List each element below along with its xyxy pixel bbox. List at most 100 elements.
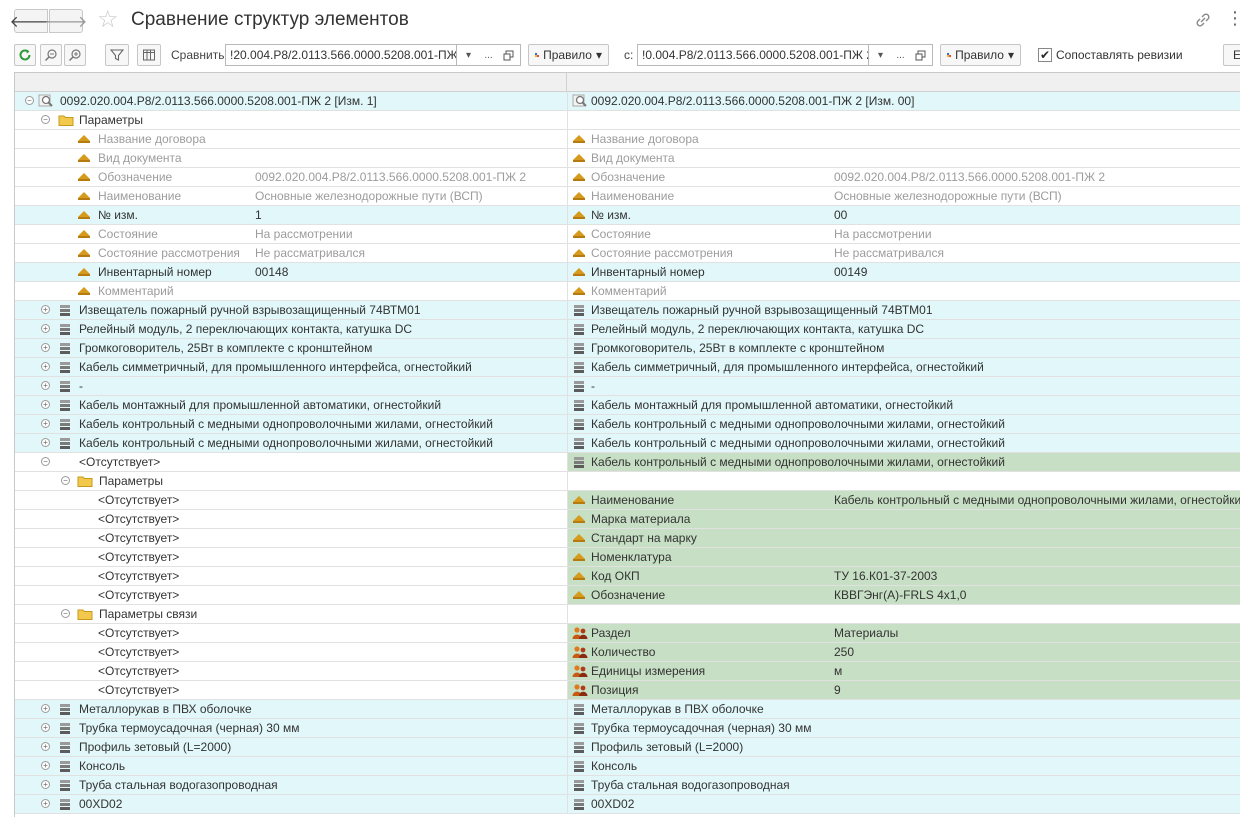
collapse-toggle-icon[interactable]: − bbox=[25, 96, 34, 105]
collapse-toggle-icon[interactable]: − bbox=[61, 476, 70, 485]
left-cell[interactable]: Наименование Основные железнодорожные пут… bbox=[15, 187, 567, 205]
table-row[interactable]: + Металлорукав в ПВХ оболочке Металлорукав… bbox=[15, 700, 1240, 719]
left-cell[interactable]: − 0092.020.004.P8/2.0113.566.0000.5208.00… bbox=[15, 92, 567, 110]
left-cell[interactable]: + Извещатель пожарный ручной взрывозащище… bbox=[15, 301, 567, 319]
right-cell[interactable] bbox=[567, 111, 1240, 129]
right-cell[interactable]: Извещатель пожарный ручной взрывозащищен… bbox=[567, 301, 1240, 319]
right-cell[interactable]: Релейный модуль, 2 переключающих контакт… bbox=[567, 320, 1240, 338]
more-menu-icon[interactable]: ⋮ bbox=[1226, 8, 1240, 29]
left-open-button[interactable] bbox=[497, 44, 521, 66]
table-row[interactable]: + Кабель монтажный для промышленной автом… bbox=[15, 396, 1240, 415]
right-cell[interactable]: № изм. 00 bbox=[567, 206, 1240, 224]
back-button[interactable]: 🡐 bbox=[10, 9, 52, 33]
settings-button[interactable] bbox=[137, 44, 161, 66]
table-row[interactable]: <Отсутствует> Код ОКП ТУ 16.К01-37-2003 bbox=[15, 567, 1240, 586]
table-row[interactable]: Состояние рассмотрения Не рассматривался С… bbox=[15, 244, 1240, 263]
right-cell[interactable]: Состояние рассмотрения Не рассматривался bbox=[567, 244, 1240, 262]
left-cell[interactable]: <Отсутствует> bbox=[15, 529, 567, 547]
left-cell[interactable]: − Параметры bbox=[15, 111, 567, 129]
left-cell[interactable]: Состояние На рассмотрении bbox=[15, 225, 567, 243]
match-revisions-checkbox[interactable]: ✔ bbox=[1038, 48, 1052, 62]
left-cell[interactable]: <Отсутствует> bbox=[15, 548, 567, 566]
left-rule-button[interactable]: Правило ▾ bbox=[528, 44, 609, 66]
table-row[interactable]: Комментарий Комментарий bbox=[15, 282, 1240, 301]
table-row[interactable]: + Трубка термоусадочная (черная) 30 мм Тру… bbox=[15, 719, 1240, 738]
right-cell[interactable]: Инвентарный номер 00149 bbox=[567, 263, 1240, 281]
table-row[interactable]: + Извещатель пожарный ручной взрывозащище… bbox=[15, 301, 1240, 320]
right-cell[interactable]: Название договора bbox=[567, 130, 1240, 148]
left-object-field[interactable]: !20.004.P8/2.0113.566.0000.5208.001-ПЖ 2… bbox=[225, 44, 457, 66]
expand-toggle-icon[interactable]: + bbox=[41, 704, 50, 713]
right-cell[interactable]: Консоль bbox=[567, 757, 1240, 775]
left-cell[interactable]: <Отсутствует> bbox=[15, 662, 567, 680]
comparison-tree-grid[interactable]: − 0092.020.004.P8/2.0113.566.0000.5208.00… bbox=[14, 72, 1240, 817]
table-row[interactable]: + - - bbox=[15, 377, 1240, 396]
expand-toggle-icon[interactable]: + bbox=[41, 305, 50, 314]
table-row[interactable]: + Кабель контрольный с медными однопровол… bbox=[15, 415, 1240, 434]
right-cell[interactable] bbox=[567, 605, 1240, 623]
expand-toggle-icon[interactable]: + bbox=[41, 324, 50, 333]
right-cell[interactable]: Металлорукав в ПВХ оболочке bbox=[567, 700, 1240, 718]
left-cell[interactable]: Состояние рассмотрения Не рассматривался bbox=[15, 244, 567, 262]
expand-toggle-icon[interactable]: + bbox=[41, 742, 50, 751]
right-cell[interactable] bbox=[567, 472, 1240, 490]
left-cell[interactable]: + - bbox=[15, 377, 567, 395]
left-cell[interactable]: Инвентарный номер 00148 bbox=[15, 263, 567, 281]
table-row[interactable]: Название договора Название договора bbox=[15, 130, 1240, 149]
left-cell[interactable]: + Профиль зетовый (L=2000) bbox=[15, 738, 567, 756]
right-cell[interactable]: Марка материала bbox=[567, 510, 1240, 528]
right-cell[interactable]: Наименование Кабель контрольный с медными… bbox=[567, 491, 1240, 509]
table-row[interactable]: <Отсутствует> Стандарт на марку bbox=[15, 529, 1240, 548]
expand-toggle-icon[interactable]: + bbox=[41, 438, 50, 447]
table-row[interactable]: + Громкоговоритель, 25Вт в комплекте с кр… bbox=[15, 339, 1240, 358]
table-row[interactable]: − Параметры связи bbox=[15, 605, 1240, 624]
left-cell[interactable]: Вид документа bbox=[15, 149, 567, 167]
left-cell[interactable]: <Отсутствует> bbox=[15, 510, 567, 528]
right-cell[interactable]: Обозначение КВВГЭнг(А)-FRLS 4х1,0 bbox=[567, 586, 1240, 604]
left-cell[interactable]: <Отсутствует> bbox=[15, 586, 567, 604]
left-cell[interactable]: + Металлорукав в ПВХ оболочке bbox=[15, 700, 567, 718]
right-rule-button[interactable]: Правило ▾ bbox=[940, 44, 1021, 66]
table-row[interactable]: Вид документа Вид документа bbox=[15, 149, 1240, 168]
left-cell[interactable]: Название договора bbox=[15, 130, 567, 148]
right-cell[interactable]: Код ОКП ТУ 16.К01-37-2003 bbox=[567, 567, 1240, 585]
right-cell[interactable]: Количество 250 bbox=[567, 643, 1240, 661]
right-cell[interactable]: Обозначение 0092.020.004.P8/2.0113.566.00… bbox=[567, 168, 1240, 186]
right-cell[interactable]: Кабель контрольный с медными однопроволо… bbox=[567, 453, 1240, 471]
table-row[interactable]: <Отсутствует> Обозначение КВВГЭнг(А)-FRLS … bbox=[15, 586, 1240, 605]
table-row[interactable]: + Кабель контрольный с медными однопровол… bbox=[15, 434, 1240, 453]
right-cell[interactable]: Кабель монтажный для промышленной автома… bbox=[567, 396, 1240, 414]
expand-toggle-icon[interactable]: + bbox=[41, 723, 50, 732]
left-cell[interactable]: <Отсутствует> bbox=[15, 624, 567, 642]
table-row[interactable]: <Отсутствует> Единицы измерения м bbox=[15, 662, 1240, 681]
left-cell[interactable]: + Кабель монтажный для промышленной автом… bbox=[15, 396, 567, 414]
expand-toggle-icon[interactable]: + bbox=[41, 381, 50, 390]
right-cell[interactable]: Кабель симметричный, для промышленного и… bbox=[567, 358, 1240, 376]
left-cell[interactable]: Комментарий bbox=[15, 282, 567, 300]
right-cell[interactable]: Состояние На рассмотрении bbox=[567, 225, 1240, 243]
expand-toggle-icon[interactable]: + bbox=[41, 419, 50, 428]
left-cell[interactable]: + Кабель контрольный с медными однопровол… bbox=[15, 434, 567, 452]
left-cell[interactable]: <Отсутствует> bbox=[15, 491, 567, 509]
right-cell[interactable]: Стандарт на марку bbox=[567, 529, 1240, 547]
left-cell[interactable]: Обозначение 0092.020.004.P8/2.0113.566.00… bbox=[15, 168, 567, 186]
table-row[interactable]: +00XD02 00XD02 bbox=[15, 795, 1240, 814]
right-cell[interactable]: Единицы измерения м bbox=[567, 662, 1240, 680]
table-row[interactable]: + Труба стальная водогазопроводная Труба с… bbox=[15, 776, 1240, 795]
right-cell[interactable]: Труба стальная водогазопроводная bbox=[567, 776, 1240, 794]
collapse-toggle-icon[interactable]: − bbox=[41, 115, 50, 124]
right-cell[interactable]: Комментарий bbox=[567, 282, 1240, 300]
right-object-field[interactable]: !0.004.P8/2.0113.566.0000.5208.001-ПЖ 2 … bbox=[637, 44, 869, 66]
right-cell[interactable]: Профиль зетовый (L=2000) bbox=[567, 738, 1240, 756]
left-cell[interactable]: +00XD02 bbox=[15, 795, 567, 813]
table-row[interactable]: <Отсутствует> Марка материала bbox=[15, 510, 1240, 529]
right-open-button[interactable] bbox=[909, 44, 933, 66]
left-cell[interactable]: + Кабель симметричный, для промышленного … bbox=[15, 358, 567, 376]
right-cell[interactable]: Позиция 9 bbox=[567, 681, 1240, 699]
right-cell[interactable]: Трубка термоусадочная (черная) 30 мм bbox=[567, 719, 1240, 737]
link-icon[interactable] bbox=[1193, 10, 1213, 30]
table-row[interactable]: + Профиль зетовый (L=2000) Профиль зетовый… bbox=[15, 738, 1240, 757]
expand-toggle-icon[interactable]: + bbox=[41, 400, 50, 409]
table-row[interactable]: <Отсутствует> Наименование Кабель контроль… bbox=[15, 491, 1240, 510]
table-row[interactable]: Наименование Основные железнодорожные пут… bbox=[15, 187, 1240, 206]
